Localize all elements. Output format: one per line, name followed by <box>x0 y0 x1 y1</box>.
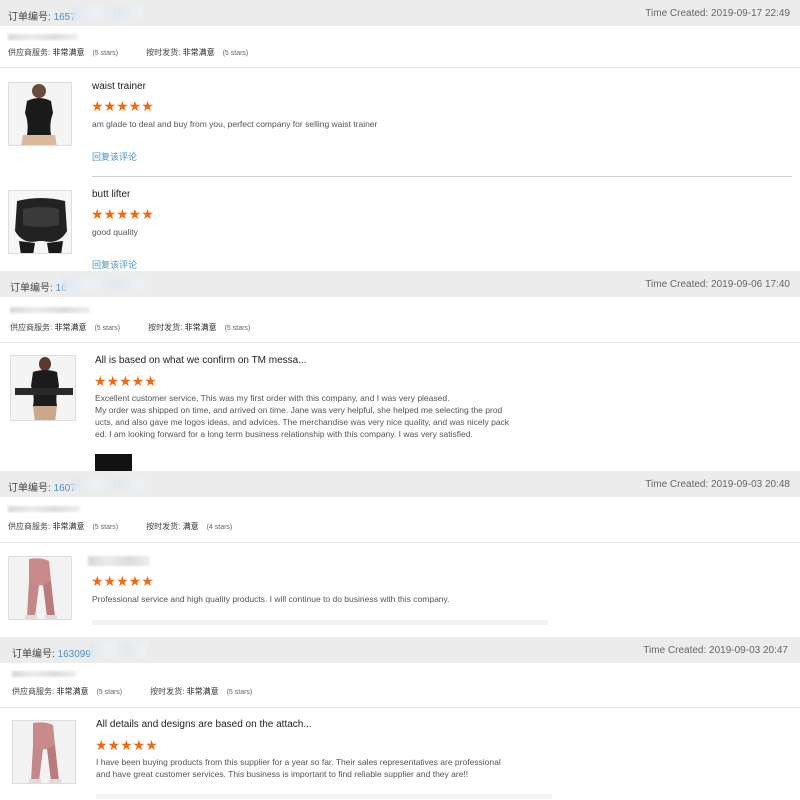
review-title: All is based on what we confirm on TM me… <box>95 355 307 366</box>
divider <box>92 176 792 177</box>
order-header: 订单编号: 163099 Time Created: 2019-09-03 20… <box>0 637 800 663</box>
redacted-order-number <box>72 6 142 20</box>
review-title: waist trainer <box>92 81 146 92</box>
order-header: 订单编号: 1607 Time Created: 2019-09-03 20:4… <box>0 471 800 497</box>
order-number: 订单编号: 1607 <box>8 483 76 494</box>
time-created: Time Created: 2019-09-03 20:48 <box>645 479 790 490</box>
divider <box>92 620 548 625</box>
product-thumbnail[interactable] <box>8 190 72 254</box>
rating-summary: 供应商服务: 非常满意 (5 stars) 按时发货: 非常满意 (5 stars) <box>8 48 249 57</box>
redacted-order-number <box>90 643 146 657</box>
divider <box>0 707 800 708</box>
divider <box>0 67 800 68</box>
rating-summary: 供应商服务: 非常满意 (5 stars) 按时发货: 满意 (4 stars) <box>8 522 233 531</box>
star-rating: ★★★★★ <box>95 737 158 753</box>
order-number: 订单编号: 163099 <box>12 649 91 660</box>
order-header: 订单编号: 16 Time Created: 2019-09-06 17:40 <box>0 271 800 297</box>
redacted-buyer-name <box>8 506 80 512</box>
product-thumbnail[interactable] <box>8 82 72 146</box>
time-created: Time Created: 2019-09-17 22:49 <box>645 8 790 19</box>
redacted-order-number <box>72 477 144 491</box>
time-created: Time Created: 2019-09-03 20:47 <box>643 645 788 656</box>
order-header: 订单编号: 1657 Time Created: 2019-09-17 22:4… <box>0 0 800 26</box>
redacted-buyer-name <box>12 671 76 677</box>
divider <box>0 542 800 543</box>
star-rating: ★★★★★ <box>91 98 154 114</box>
review-title: butt lifter <box>92 189 131 200</box>
order-number-link[interactable]: 163099 <box>58 649 91 660</box>
redacted-review-title <box>88 556 150 566</box>
redacted-buyer-name <box>10 307 90 313</box>
reply-link[interactable]: 回复该评论 <box>92 150 137 163</box>
order-number: 订单编号: 16 <box>10 279 67 294</box>
redacted-order-number <box>62 277 144 291</box>
star-rating: ★★★★★ <box>91 573 154 589</box>
reply-link[interactable]: 回复该评论 <box>92 258 137 271</box>
rating-summary: 供应商服务: 非常满意 (5 stars) 按时发货: 非常满意 (5 stars) <box>12 687 253 696</box>
rating-summary: 供应商服务: 非常满意 (5 stars) 按时发货: 非常满意 (5 stars) <box>10 323 251 332</box>
review-text: Excellent customer service, This was my … <box>95 393 510 439</box>
product-thumbnail[interactable] <box>8 556 72 620</box>
review-text: good quality <box>92 227 138 237</box>
product-thumbnail[interactable] <box>12 720 76 784</box>
review-text: I have been buying products from this su… <box>96 757 501 779</box>
product-thumbnail[interactable] <box>10 355 76 421</box>
star-rating: ★★★★★ <box>94 373 157 389</box>
star-rating: ★★★★★ <box>91 206 154 222</box>
time-created: Time Created: 2019-09-06 17:40 <box>645 279 790 290</box>
order-number: 订单编号: 1657 <box>8 12 76 23</box>
redacted-buyer-name <box>8 34 78 40</box>
review-attachment-image[interactable] <box>95 454 132 472</box>
review-text: Professional service and high quality pr… <box>92 594 450 604</box>
review-text: am glade to deal and buy from you, perfe… <box>92 119 378 129</box>
review-title: All details and designs are based on the… <box>96 719 312 730</box>
divider <box>96 794 552 799</box>
divider <box>0 342 800 343</box>
